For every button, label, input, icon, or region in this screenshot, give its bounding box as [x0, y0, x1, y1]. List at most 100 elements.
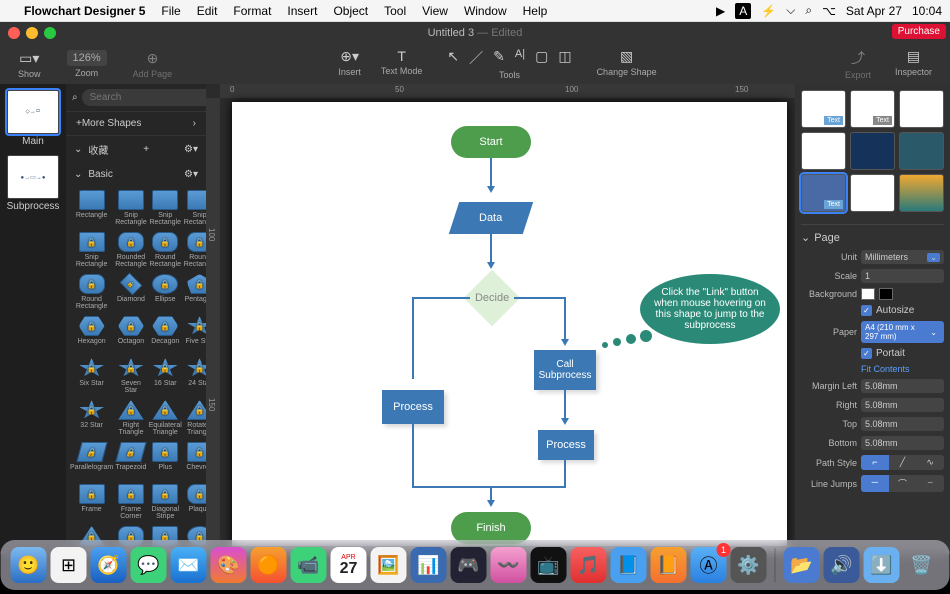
close-button[interactable] [8, 27, 20, 39]
shape-snip-rectangle[interactable]: Snip Rectangle [149, 188, 182, 228]
bg-color-swatch-2[interactable] [879, 288, 893, 300]
show-button[interactable]: ▭▾Show [10, 48, 49, 81]
dock-safari[interactable]: 🧭 [91, 547, 127, 583]
change-shape-button[interactable]: ▧Change Shape [589, 46, 665, 82]
status-search-icon[interactable]: ⌕ [805, 3, 812, 18]
dock-app-3[interactable]: 🖼️ [371, 547, 407, 583]
select-tool[interactable]: ↖ [442, 48, 464, 68]
shape-pentagon[interactable]: 🔒Pentagon [184, 272, 206, 312]
theme-8[interactable] [850, 174, 895, 212]
menu-file[interactable]: File [161, 4, 180, 18]
margin-bottom-input[interactable]: 5.08mm [861, 436, 944, 450]
margin-right-input[interactable]: 5.08mm [861, 398, 944, 412]
dock-calendar[interactable]: APR27 [331, 547, 367, 583]
zoom-button[interactable]: 126%Zoom [59, 48, 115, 80]
shape-six-star[interactable]: 🔒Six Star [70, 356, 113, 396]
shape-snip-rectangle[interactable]: 🔒Snip Rectangle [70, 230, 113, 270]
shape-parallelogram[interactable]: 🔒Parallelogram [70, 440, 113, 480]
page-thumb-main[interactable]: ⬦→▭ Main [5, 90, 61, 147]
favorites-section[interactable]: ⌄ 收藏 + ⚙▾ [66, 136, 206, 163]
menu-view[interactable]: View [422, 4, 448, 18]
shape-right-triangle[interactable]: 🔒Right Triangle [115, 398, 147, 438]
shape-round-rectangle[interactable]: 🔒Round Rectangle [70, 272, 113, 312]
theme-3[interactable] [899, 90, 944, 128]
menu-edit[interactable]: Edit [197, 4, 218, 18]
shape-tool[interactable]: ▢ [530, 48, 553, 68]
autosize-checkbox[interactable]: ✓ [861, 305, 872, 316]
theme-6[interactable] [899, 132, 944, 170]
theme-1[interactable]: Text [801, 90, 846, 128]
shape-trapezoid[interactable]: 🔒Trapezoid [115, 440, 147, 480]
dock-launchpad[interactable]: ⊞ [51, 547, 87, 583]
menu-help[interactable]: Help [523, 4, 548, 18]
maximize-button[interactable] [44, 27, 56, 39]
shape-round-rectangle[interactable]: 🔒Round Rectangle [184, 230, 206, 270]
dock-trash[interactable]: 🗑️ [904, 547, 940, 583]
page-section-header[interactable]: ⌄Page [801, 231, 944, 244]
page-thumb-subprocess[interactable]: ●→▭→● Subprocess [5, 155, 61, 212]
fit-contents-link[interactable]: Fit Contents [861, 364, 910, 374]
theme-2[interactable]: Text [850, 90, 895, 128]
node-process-2[interactable]: Process [538, 430, 594, 460]
theme-9[interactable] [899, 174, 944, 212]
margin-top-input[interactable]: 5.08mm [861, 417, 944, 431]
shape-frame-corner[interactable]: 🔒Frame Corner [115, 482, 147, 522]
shape-octagon[interactable]: 🔒Octagon [115, 314, 147, 354]
shape-diagonal-stripe[interactable]: 🔒Diagonal Stripe [149, 482, 182, 522]
text-tool[interactable]: A| [510, 48, 530, 68]
status-cc-icon[interactable]: ⌥ [822, 4, 836, 18]
bg-color-swatch[interactable] [861, 288, 875, 300]
plus-icon[interactable]: + [143, 144, 149, 155]
zoom-value[interactable]: 126% [67, 50, 107, 66]
inspector-button[interactable]: ▤Inspector [887, 46, 940, 82]
basic-section[interactable]: ⌄ Basic ⚙▾ [66, 163, 206, 186]
node-call-subprocess[interactable]: Call Subprocess [534, 350, 596, 390]
node-decide[interactable]: Decide [464, 270, 521, 327]
text-mode-button[interactable]: TText Mode [373, 46, 431, 82]
dock-app-2[interactable]: 🟠 [251, 547, 287, 583]
theme-5[interactable] [850, 132, 895, 170]
page-surface[interactable]: Start Data Decide Process Call Subproces… [232, 102, 787, 546]
shape-rotated-triangle[interactable]: 🔒Rotated Triangle [184, 398, 206, 438]
shape-16-star[interactable]: 🔒16 Star [149, 356, 182, 396]
line-jumps-segment[interactable]: ─⌒⌣ [861, 475, 944, 492]
menu-object[interactable]: Object [333, 4, 368, 18]
dock-messages[interactable]: 💬 [131, 547, 167, 583]
dock-downloads[interactable]: ⬇️ [864, 547, 900, 583]
shape-snip-rectangle[interactable]: Snip Rectangle [115, 188, 147, 228]
shape-equilateral-triangle[interactable]: 🔒Equilateral Triangle [149, 398, 182, 438]
status-battery-icon[interactable]: ⚡ [761, 4, 776, 18]
dock-facetime[interactable]: 📹 [291, 547, 327, 583]
dock-settings[interactable]: ⚙️ [731, 547, 767, 583]
status-date[interactable]: Sat Apr 27 [846, 4, 902, 18]
dock-app-9[interactable]: 📂 [784, 547, 820, 583]
scale-input[interactable]: 1 [861, 269, 944, 283]
gear-icon[interactable]: ⚙▾ [184, 144, 198, 155]
node-process-1[interactable]: Process [382, 390, 444, 424]
node-data[interactable]: Data [449, 202, 533, 234]
shape-decagon[interactable]: 🔒Decagon [149, 314, 182, 354]
shape-chevron[interactable]: 🔒Chevron [184, 440, 206, 480]
dock-app-5[interactable]: 🎮 [451, 547, 487, 583]
dock-mail[interactable]: ✉️ [171, 547, 207, 583]
shape-five-star[interactable]: 🔒Five Star [184, 314, 206, 354]
dock-tv[interactable]: 📺 [531, 547, 567, 583]
paper-select[interactable]: A4 (210 mm x 297 mm)⌄ [861, 321, 944, 343]
purchase-button[interactable]: Purchase [892, 24, 946, 39]
dock-finder[interactable]: 🙂 [11, 547, 47, 583]
menu-tool[interactable]: Tool [384, 4, 406, 18]
status-play-icon[interactable]: ▶ [716, 4, 725, 18]
shape-ellipse[interactable]: 🔒Ellipse [149, 272, 182, 312]
shape-snip-rectangle[interactable]: Snip Rectangle [184, 188, 206, 228]
shape-round-rectangle[interactable]: 🔒Round Rectangle [149, 230, 182, 270]
path-style-segment[interactable]: ⌐╱∿ [861, 455, 944, 470]
app-name[interactable]: Flowchart Designer 5 [24, 4, 145, 18]
add-page-button[interactable]: ⊕Add Page [125, 48, 181, 81]
dock-app-1[interactable]: 🎨 [211, 547, 247, 583]
dock-app-4[interactable]: 📊 [411, 547, 447, 583]
dock-app-8[interactable]: 📙 [651, 547, 687, 583]
shape-frame[interactable]: 🔒Frame [70, 482, 113, 522]
theme-4[interactable] [801, 132, 846, 170]
node-start[interactable]: Start [451, 126, 531, 158]
portrait-checkbox[interactable]: ✓ [861, 348, 872, 359]
